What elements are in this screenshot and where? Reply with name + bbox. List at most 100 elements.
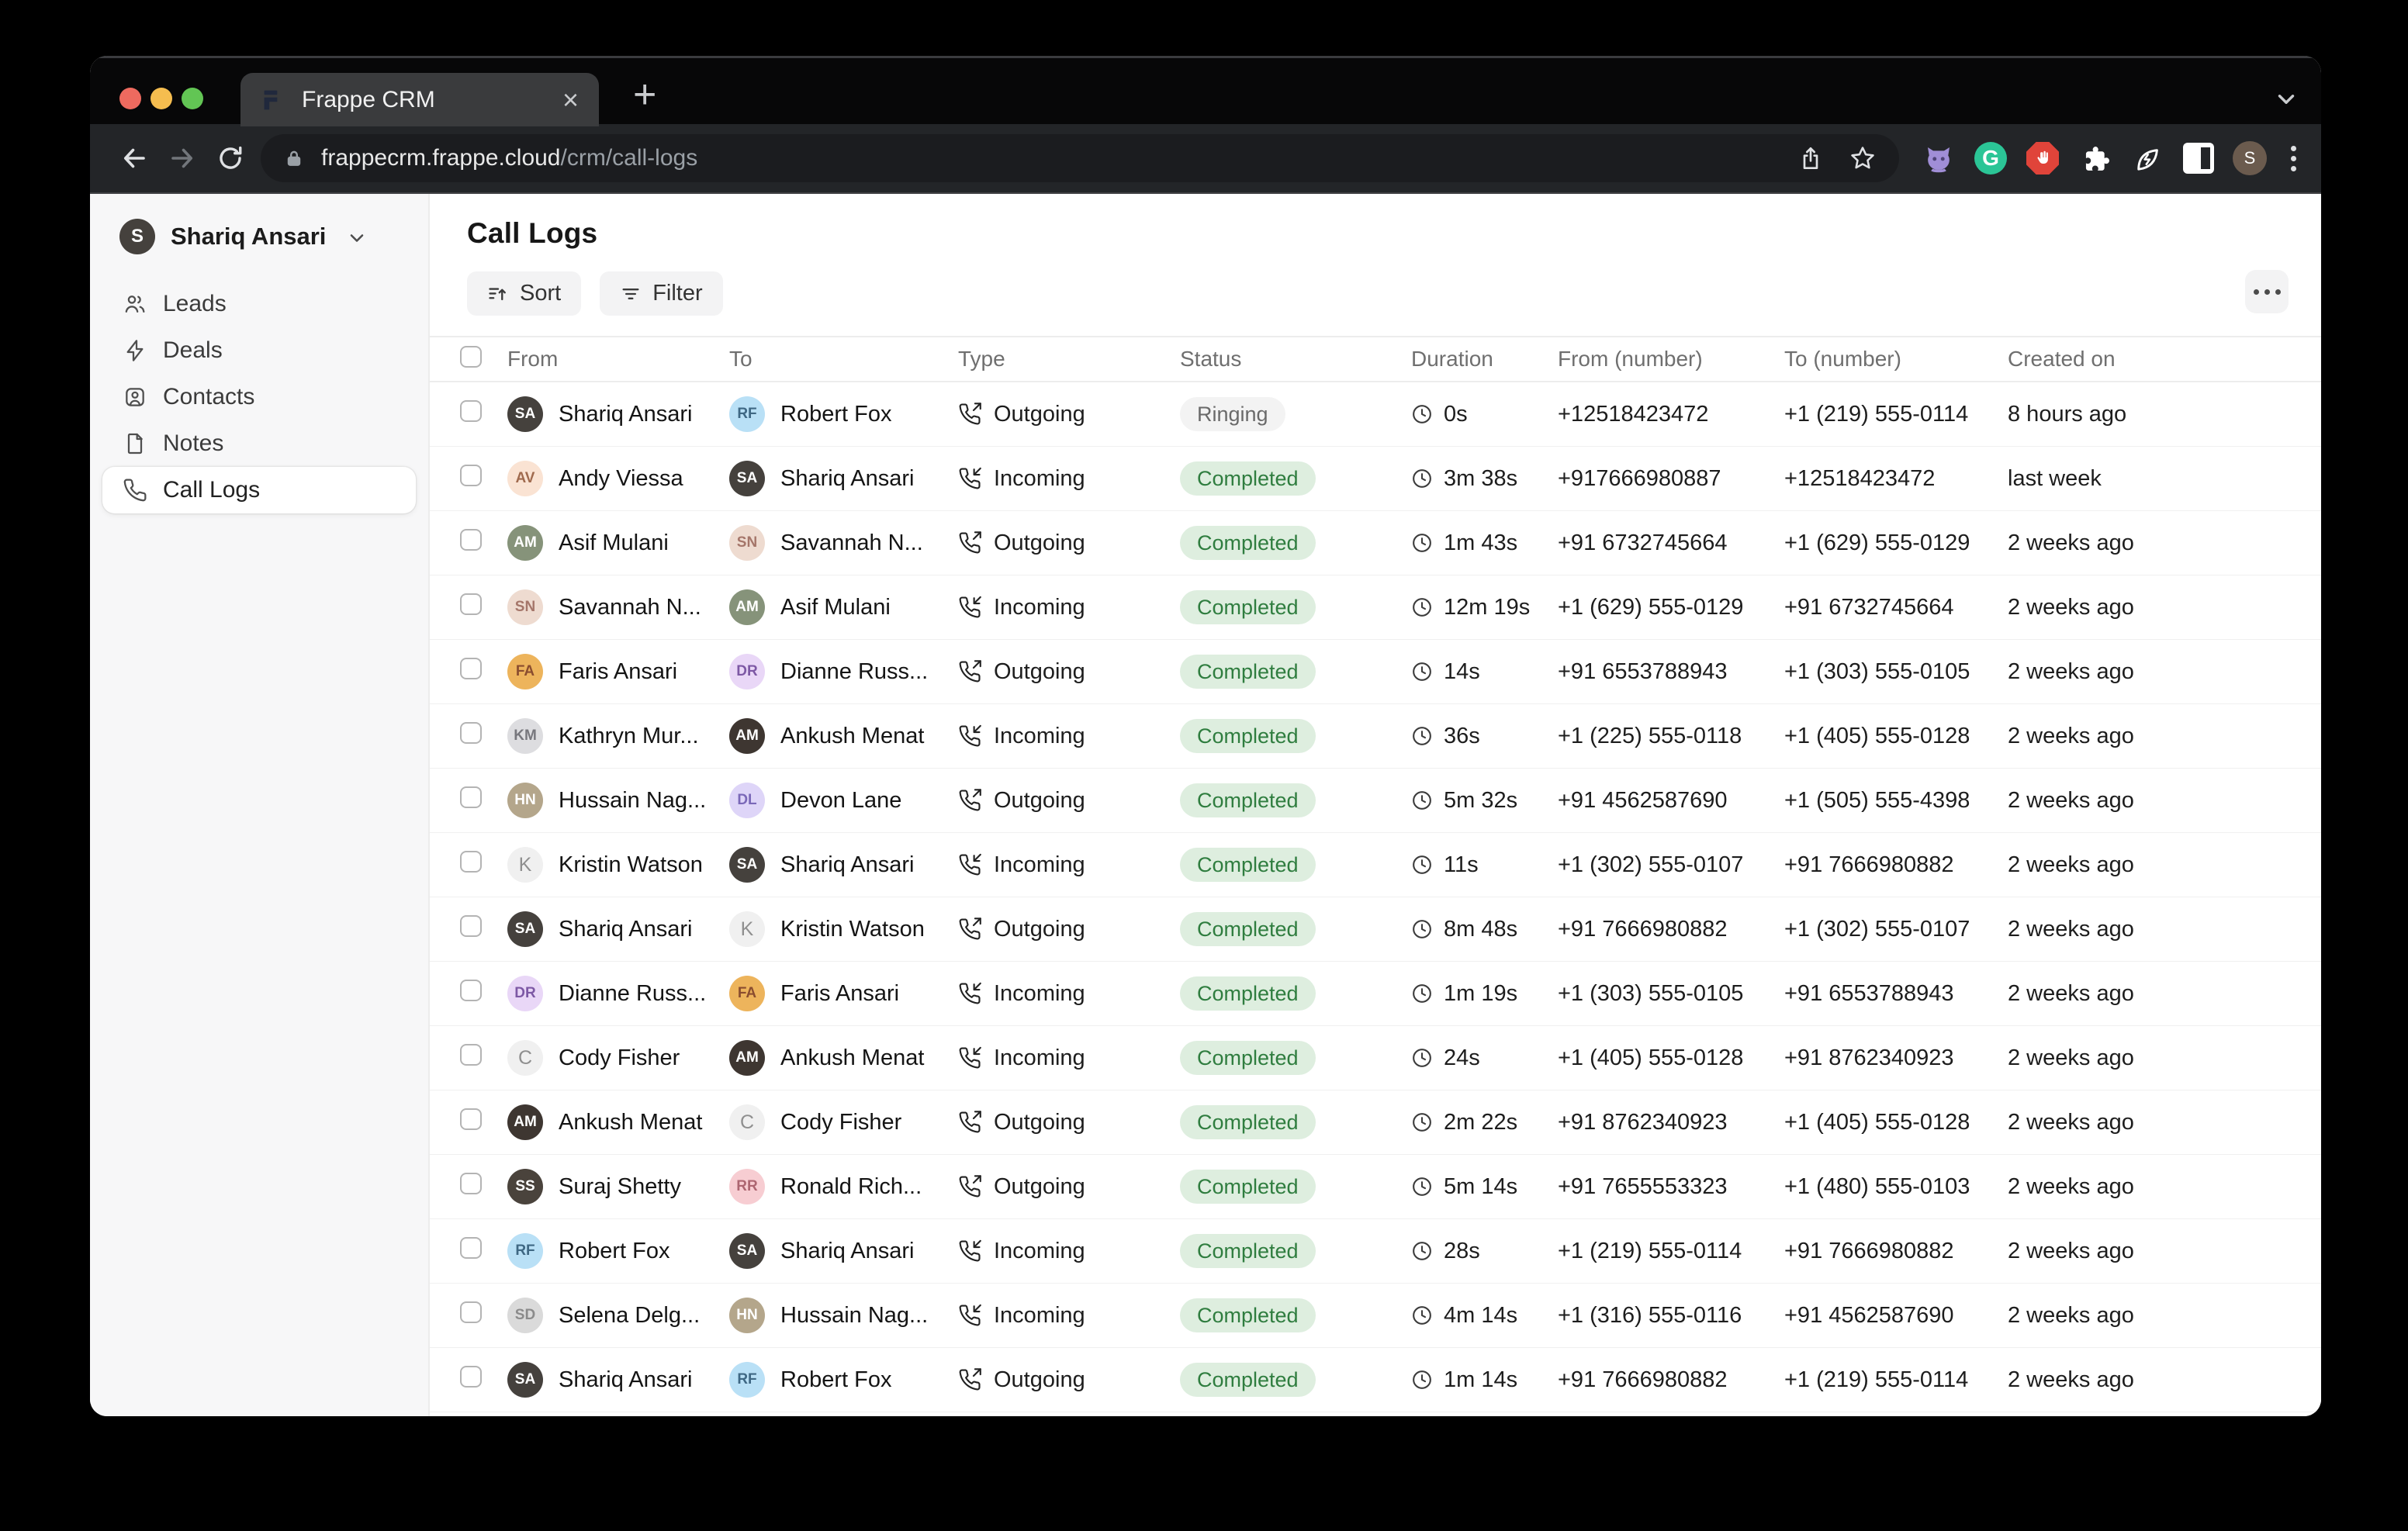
from-contact: KKristin Watson bbox=[507, 847, 729, 883]
column-header-from-number[interactable]: From (number) bbox=[1558, 347, 1784, 372]
duration-value: 11s bbox=[1444, 852, 1479, 878]
row-checkbox[interactable] bbox=[460, 593, 482, 615]
duration-value: 5m 14s bbox=[1444, 1174, 1517, 1200]
forward-button[interactable] bbox=[158, 134, 206, 182]
from-contact: CCody Fisher bbox=[507, 1040, 729, 1076]
bookmark-star-icon[interactable] bbox=[1849, 145, 1876, 171]
table-row[interactable]: SSSuraj ShettyRRRonald Rich...OutgoingCo… bbox=[430, 1155, 2321, 1219]
to-name: Shariq Ansari bbox=[780, 852, 915, 878]
table-row[interactable]: SNSavannah N...AMAsif MulaniIncomingComp… bbox=[430, 575, 2321, 640]
table-row[interactable]: CCody FisherAMAnkush MenatIncomingComple… bbox=[430, 1026, 2321, 1090]
browser-menu-icon[interactable] bbox=[2291, 146, 2296, 171]
user-profile-switcher[interactable]: S Shariq Ansari bbox=[102, 214, 416, 259]
from-number: +12518423472 bbox=[1558, 402, 1784, 427]
sidebar-item-label: Call Logs bbox=[163, 477, 260, 503]
filter-button[interactable]: Filter bbox=[600, 271, 722, 316]
table-row[interactable]: SDSelena Delg...HNHussain Nag...Incoming… bbox=[430, 1284, 2321, 1348]
row-checkbox[interactable] bbox=[460, 980, 482, 1001]
row-checkbox[interactable] bbox=[460, 1173, 482, 1194]
table-row[interactable]: AMAnkush MenatCCody FisherOutgoingComple… bbox=[430, 1090, 2321, 1155]
table-row[interactable]: SAShariq AnsariRFRobert FoxOutgoingRingi… bbox=[430, 382, 2321, 447]
call-type: Incoming bbox=[958, 981, 1180, 1007]
sidebar-item-deals[interactable]: Deals bbox=[102, 327, 416, 374]
row-checkbox[interactable] bbox=[460, 1044, 482, 1066]
call-type-label: Incoming bbox=[994, 1239, 1085, 1264]
to-name: Devon Lane bbox=[780, 788, 901, 814]
table-row[interactable]: KMKathryn Mur...AMAnkush MenatIncomingCo… bbox=[430, 704, 2321, 769]
tab-frappe-crm[interactable]: Frappe CRM × bbox=[240, 73, 599, 126]
sidebar-item-call-logs[interactable]: Call Logs bbox=[102, 467, 416, 513]
row-checkbox[interactable] bbox=[460, 400, 482, 422]
sidebar-item-contacts[interactable]: Contacts bbox=[102, 374, 416, 420]
table-row-partial[interactable] bbox=[430, 1412, 2321, 1416]
row-checkbox[interactable] bbox=[460, 1108, 482, 1130]
share-icon[interactable] bbox=[1798, 146, 1823, 171]
status-badge: Completed bbox=[1180, 912, 1316, 946]
more-options-button[interactable] bbox=[2245, 270, 2289, 313]
row-checkbox[interactable] bbox=[460, 1237, 482, 1259]
row-checkbox[interactable] bbox=[460, 1366, 482, 1388]
tabstrip-chevron-down-icon[interactable] bbox=[2273, 86, 2299, 112]
column-header-to-number[interactable]: To (number) bbox=[1784, 347, 2008, 372]
call-type-label: Incoming bbox=[994, 981, 1085, 1007]
reload-button[interactable] bbox=[206, 134, 254, 182]
table-row[interactable]: FAFaris AnsariDRDianne Russ...OutgoingCo… bbox=[430, 640, 2321, 704]
row-checkbox[interactable] bbox=[460, 722, 482, 744]
duration-value: 4m 14s bbox=[1444, 1303, 1517, 1329]
call-type-label: Incoming bbox=[994, 595, 1085, 620]
row-checkbox[interactable] bbox=[460, 1301, 482, 1323]
column-header-created-on[interactable]: Created on bbox=[2008, 347, 2321, 372]
adblock-extension-icon[interactable] bbox=[2025, 140, 2060, 176]
back-button[interactable] bbox=[110, 134, 158, 182]
zoom-window-button[interactable] bbox=[182, 88, 203, 109]
status-badge: Completed bbox=[1180, 1363, 1316, 1397]
duration: 1m 43s bbox=[1411, 530, 1558, 556]
from-contact: SNSavannah N... bbox=[507, 589, 729, 625]
from-contact: AMAnkush Menat bbox=[507, 1104, 729, 1140]
call-type-label: Incoming bbox=[994, 852, 1085, 878]
grammarly-extension-icon[interactable]: G bbox=[1973, 140, 2008, 176]
table-row[interactable]: HNHussain Nag...DLDevon LaneOutgoingComp… bbox=[430, 769, 2321, 833]
avatar: SA bbox=[729, 1233, 765, 1269]
column-header-status[interactable]: Status bbox=[1180, 347, 1411, 372]
close-window-button[interactable] bbox=[119, 88, 141, 109]
table-row[interactable]: AMAsif MulaniSNSavannah N...OutgoingComp… bbox=[430, 511, 2321, 575]
table-row[interactable]: SAShariq AnsariKKristin WatsonOutgoingCo… bbox=[430, 897, 2321, 962]
from-number: +1 (629) 555-0129 bbox=[1558, 595, 1784, 620]
to-name: Robert Fox bbox=[780, 1367, 891, 1393]
row-checkbox[interactable] bbox=[460, 786, 482, 808]
duration: 1m 19s bbox=[1411, 981, 1558, 1007]
new-tab-button[interactable]: + bbox=[633, 71, 656, 118]
row-checkbox[interactable] bbox=[460, 529, 482, 551]
sidebar-item-notes[interactable]: Notes bbox=[102, 420, 416, 467]
tab-close-icon[interactable]: × bbox=[562, 86, 579, 114]
row-checkbox[interactable] bbox=[460, 465, 482, 486]
column-header-type[interactable]: Type bbox=[958, 347, 1180, 372]
phone-incoming-icon bbox=[958, 853, 981, 876]
row-checkbox[interactable] bbox=[460, 915, 482, 937]
address-bar[interactable]: frappecrm.frappe.cloud/crm/call-logs bbox=[261, 134, 1899, 182]
from-number: +91 7666980882 bbox=[1558, 1367, 1784, 1393]
column-header-from[interactable]: From bbox=[507, 347, 729, 372]
sort-button[interactable]: Sort bbox=[467, 271, 581, 316]
leaf-extension-icon[interactable] bbox=[2129, 140, 2164, 176]
row-checkbox[interactable] bbox=[460, 851, 482, 873]
sidebar-item-leads[interactable]: Leads bbox=[102, 281, 416, 327]
table-row[interactable]: RFRobert FoxSAShariq AnsariIncomingCompl… bbox=[430, 1219, 2321, 1284]
select-all-checkbox[interactable] bbox=[460, 346, 482, 368]
side-panel-extension-icon[interactable] bbox=[2181, 140, 2216, 176]
tab-strip: Frappe CRM × + bbox=[90, 56, 2321, 124]
table-row[interactable]: KKristin WatsonSAShariq AnsariIncomingCo… bbox=[430, 833, 2321, 897]
table-row[interactable]: AVAndy ViessaSAShariq AnsariIncomingComp… bbox=[430, 447, 2321, 511]
row-checkbox[interactable] bbox=[460, 658, 482, 679]
column-header-duration[interactable]: Duration bbox=[1411, 347, 1558, 372]
browser-profile-avatar[interactable]: S bbox=[2233, 141, 2267, 175]
table-row[interactable]: SAShariq AnsariRFRobert FoxOutgoingCompl… bbox=[430, 1348, 2321, 1412]
phone-incoming-icon bbox=[958, 982, 981, 1005]
extensions-puzzle-icon[interactable] bbox=[2077, 140, 2112, 176]
column-header-to[interactable]: To bbox=[729, 347, 958, 372]
table-row[interactable]: DRDianne Russ...FAFaris AnsariIncomingCo… bbox=[430, 962, 2321, 1026]
minimize-window-button[interactable] bbox=[150, 88, 172, 109]
from-contact: SAShariq Ansari bbox=[507, 911, 729, 947]
octocat-extension-icon[interactable] bbox=[1921, 140, 1956, 176]
